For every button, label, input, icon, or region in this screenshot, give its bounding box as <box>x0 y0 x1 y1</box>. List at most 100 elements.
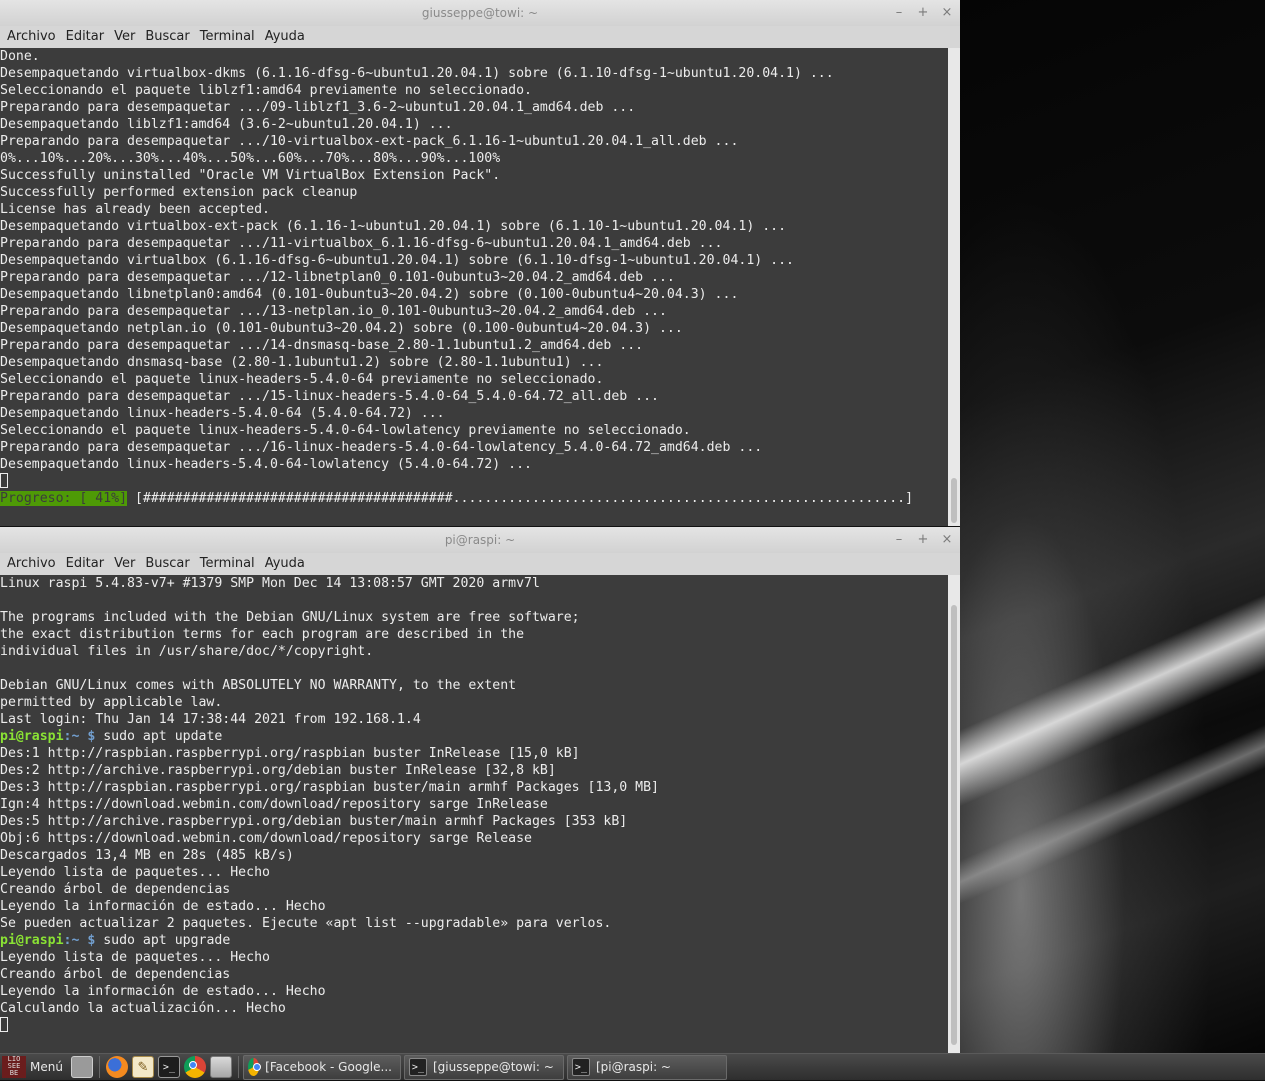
terminal-line: Preparando para desempaquetar .../14-dns… <box>0 338 644 353</box>
terminal-line: Desempaquetando linux-headers-5.4.0-64 (… <box>0 406 445 421</box>
prompt-line: pi@raspi:~ $ sudo apt update <box>0 728 948 745</box>
menu-logo-icon: LIO SEE BE <box>2 1056 26 1078</box>
terminal-window-raspi[interactable]: pi@raspi: ~ – + × Archivo Editar Ver Bus… <box>0 527 960 1053</box>
terminal-line: Last login: Thu Jan 14 17:38:44 2021 fro… <box>0 712 421 727</box>
window-titlebar[interactable]: pi@raspi: ~ – + × <box>0 527 960 553</box>
prompt-path: :~ $ <box>63 933 104 948</box>
menu-archivo[interactable]: Archivo <box>2 26 61 48</box>
menu-editar[interactable]: Editar <box>61 26 110 48</box>
terminal-line: Preparando para desempaquetar .../15-lin… <box>0 389 659 404</box>
terminal-line: Debian GNU/Linux comes with ABSOLUTELY N… <box>0 678 517 693</box>
task-label: [pi@raspi: ~ <box>595 1060 671 1074</box>
terminal-output[interactable]: Done. Desempaquetando virtualbox-dkms (6.… <box>0 48 948 526</box>
menu-terminal[interactable]: Terminal <box>195 26 260 48</box>
terminal-line: Obj:6 https://download.webmin.com/downlo… <box>0 831 532 846</box>
taskbar: LIO SEE BE Menú ✎ >_ [Facebook - Google.… <box>0 1053 1265 1080</box>
minimize-button[interactable]: – <box>892 0 906 26</box>
terminal-icon: >_ <box>408 1058 427 1076</box>
terminal-scrollbar[interactable] <box>948 48 960 526</box>
terminal-line: 0%...10%...20%...30%...40%...50%...60%..… <box>0 151 501 166</box>
terminal-line: Des:5 http://archive.raspberrypi.org/deb… <box>0 814 628 829</box>
terminal-line: Seleccionando el paquete linux-headers-5… <box>0 372 604 387</box>
file-manager-icon[interactable] <box>209 1056 232 1078</box>
prompt-line: pi@raspi:~ $ sudo apt upgrade <box>0 932 948 949</box>
terminal-line: permitted by applicable law. <box>0 695 223 710</box>
close-button[interactable]: × <box>940 0 954 26</box>
terminal-line: Calculando la actualización... Hecho <box>0 1001 286 1016</box>
terminal-line: Ign:4 https://download.webmin.com/downlo… <box>0 797 548 812</box>
terminal-cursor <box>0 473 8 488</box>
scrollbar-thumb[interactable] <box>951 605 957 1045</box>
task-label: [giusseppe@towi: ~ <box>432 1060 554 1074</box>
terminal-line: Desempaquetando virtualbox-dkms (6.1.16-… <box>0 66 834 81</box>
terminal-line: Des:2 http://archive.raspberrypi.org/deb… <box>0 763 556 778</box>
terminal-line: Seleccionando el paquete linux-headers-5… <box>0 423 691 438</box>
prompt-user: pi@raspi <box>0 729 64 744</box>
terminal-line: Creando árbol de dependencias <box>0 967 231 982</box>
window-title: giusseppe@towi: ~ <box>421 6 539 20</box>
task-terminal-towi[interactable]: >_ [giusseppe@towi: ~ <box>403 1054 564 1080</box>
terminal-icon[interactable]: >_ <box>157 1056 180 1078</box>
cursor-line <box>0 1017 948 1034</box>
menu-ver[interactable]: Ver <box>109 553 140 575</box>
terminal-line: Preparando para desempaquetar .../11-vir… <box>0 236 723 251</box>
task-facebook-chrome[interactable]: [Facebook - Google... <box>242 1054 401 1080</box>
terminal-line: Leyendo lista de paquetes... Hecho <box>0 865 270 880</box>
close-button[interactable]: × <box>940 527 954 553</box>
window-title: pi@raspi: ~ <box>444 533 516 547</box>
text-editor-icon[interactable]: ✎ <box>131 1056 154 1078</box>
command-text: sudo apt upgrade <box>103 933 231 948</box>
terminal-line: Desempaquetando virtualbox (6.1.16-dfsg-… <box>0 253 794 268</box>
terminal-line: Creando árbol de dependencias <box>0 882 231 897</box>
maximize-button[interactable]: + <box>916 527 930 553</box>
cursor-line <box>0 473 948 490</box>
terminal-line: the exact distribution terms for each pr… <box>0 627 525 642</box>
start-menu-button[interactable]: LIO SEE BE Menú <box>0 1054 69 1081</box>
terminal-line: Preparando para desempaquetar .../13-net… <box>0 304 667 319</box>
terminal-line: Se pueden actualizar 2 paquetes. Ejecute… <box>0 916 612 931</box>
terminal-line: Successfully uninstalled "Oracle VM Virt… <box>0 168 501 183</box>
menu-buscar[interactable]: Buscar <box>140 553 194 575</box>
scrollbar-thumb[interactable] <box>951 478 957 523</box>
menu-buscar[interactable]: Buscar <box>140 26 194 48</box>
terminal-line: The programs included with the Debian GN… <box>0 610 580 625</box>
terminal-line: Desempaquetando netplan.io (0.101-0ubunt… <box>0 321 683 336</box>
terminal-line: Des:1 http://raspbian.raspberrypi.org/ra… <box>0 746 580 761</box>
terminal-scrollbar[interactable] <box>948 575 960 1053</box>
maximize-button[interactable]: + <box>916 0 930 26</box>
menu-ayuda[interactable]: Ayuda <box>260 553 310 575</box>
menu-terminal[interactable]: Terminal <box>195 553 260 575</box>
menu-editar[interactable]: Editar <box>61 553 110 575</box>
terminal-line: individual files in /usr/share/doc/*/cop… <box>0 644 374 659</box>
progress-label: Progreso: [ 41%] <box>0 491 128 506</box>
task-terminal-raspi[interactable]: >_ [pi@raspi: ~ <box>566 1054 727 1080</box>
terminal-line: Preparando para desempaquetar .../12-lib… <box>0 270 675 285</box>
terminal-line: License has already been accepted. <box>0 202 270 217</box>
desktop-wallpaper <box>960 0 1265 1053</box>
taskbar-separator <box>98 1056 100 1078</box>
show-desktop-icon[interactable] <box>70 1056 93 1078</box>
terminal-cursor <box>0 1017 8 1032</box>
progress-bar-text: [#######################################… <box>127 491 914 506</box>
terminal-output[interactable]: Linux raspi 5.4.83-v7+ #1379 SMP Mon Dec… <box>0 575 948 1053</box>
terminal-line: Done. <box>0 49 40 64</box>
menu-label: Menú <box>30 1060 63 1074</box>
menu-archivo[interactable]: Archivo <box>2 553 61 575</box>
firefox-icon[interactable] <box>105 1056 128 1078</box>
progress-line: Progreso: [ 41%] [######################… <box>0 490 948 507</box>
terminal-line: Desempaquetando dnsmasq-base (2.80-1.1ub… <box>0 355 604 370</box>
menu-ver[interactable]: Ver <box>109 26 140 48</box>
terminal-line: Preparando para desempaquetar .../10-vir… <box>0 134 739 149</box>
menu-ayuda[interactable]: Ayuda <box>260 26 310 48</box>
terminal-window-towi[interactable]: giusseppe@towi: ~ – + × Archivo Editar V… <box>0 0 960 526</box>
chrome-icon[interactable] <box>183 1056 206 1078</box>
terminal-line: Leyendo la información de estado... Hech… <box>0 899 326 914</box>
terminal-line: Successfully performed extension pack cl… <box>0 185 358 200</box>
minimize-button[interactable]: – <box>892 527 906 553</box>
terminal-icon: >_ <box>571 1058 590 1076</box>
window-titlebar[interactable]: giusseppe@towi: ~ – + × <box>0 0 960 26</box>
terminal-line: Preparando para desempaquetar .../16-lin… <box>0 440 763 455</box>
chrome-icon <box>247 1058 262 1076</box>
prompt-path: :~ $ <box>63 729 104 744</box>
